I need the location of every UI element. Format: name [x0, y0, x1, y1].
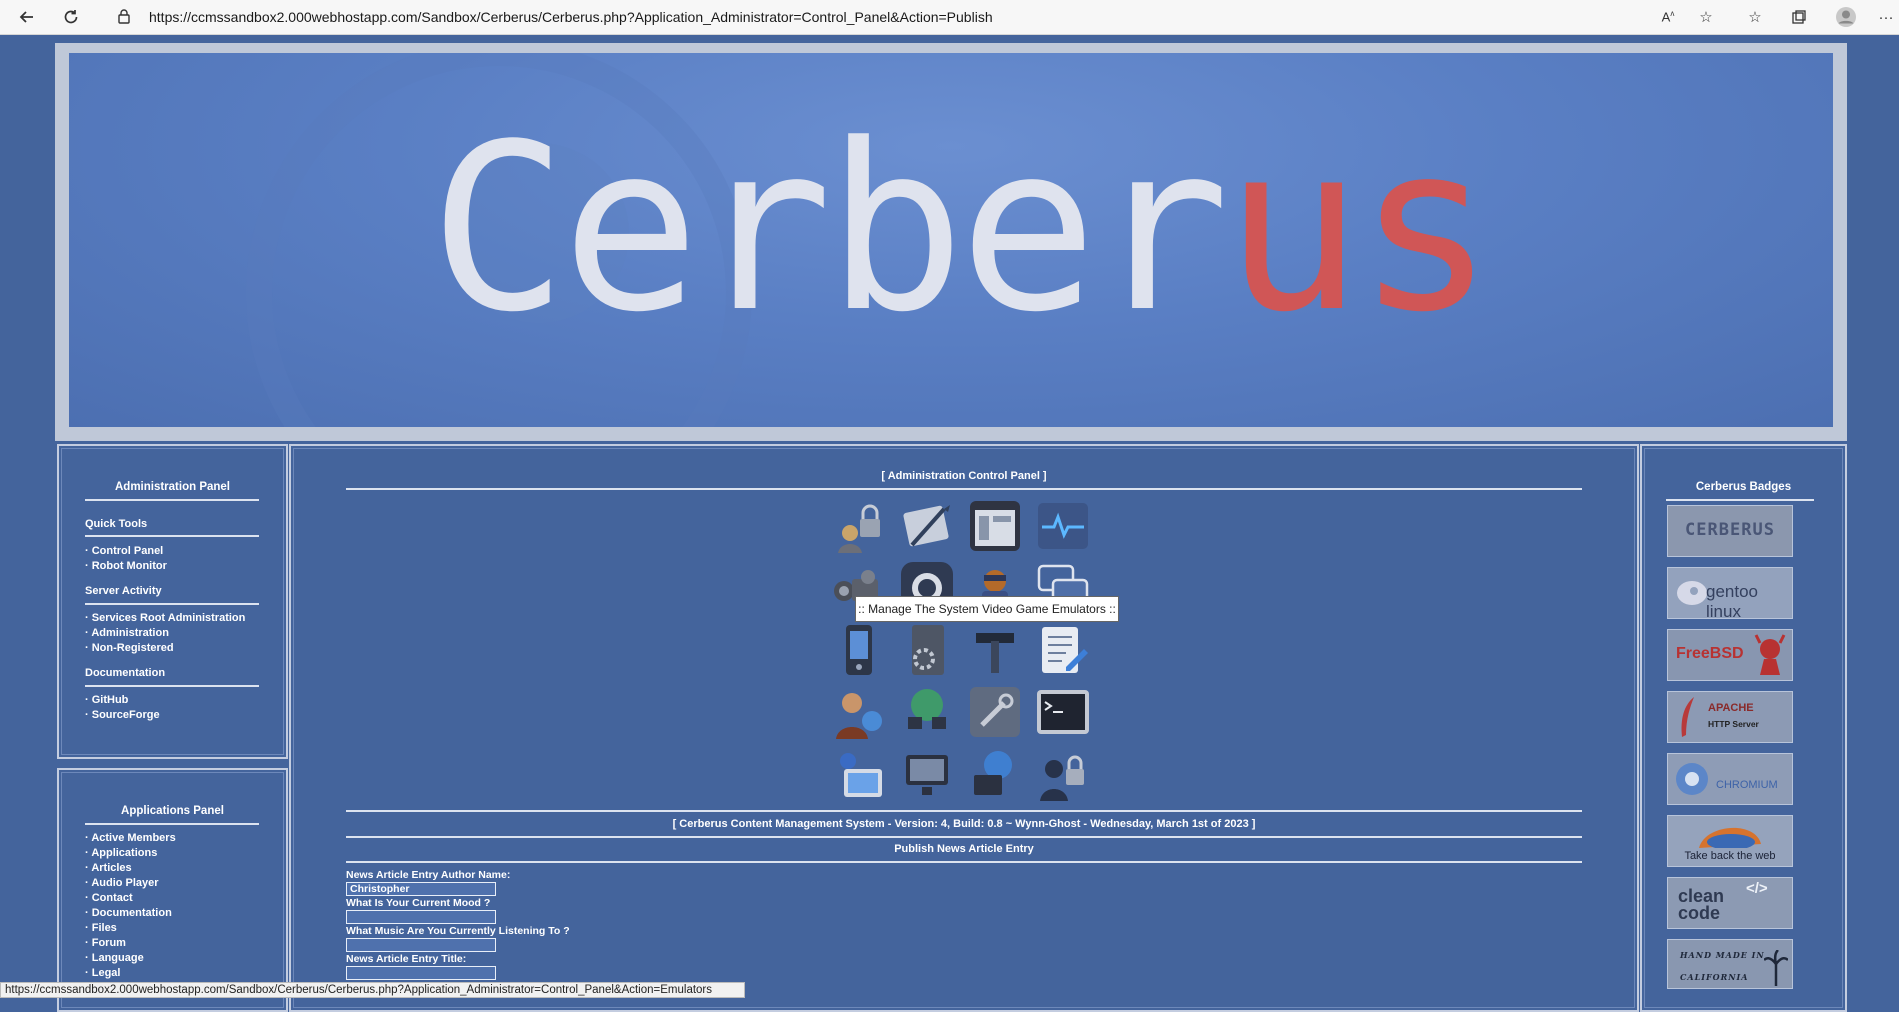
author-label: News Article Entry Author Name:	[346, 869, 511, 881]
version-line: [ Cerberus Content Management System - V…	[672, 818, 1256, 830]
publish-title: Publish News Article Entry	[894, 843, 1034, 855]
url-text[interactable]: https://ccmssandbox2.000webhostapp.com/S…	[149, 9, 993, 25]
music-label: What Music Are You Currently Listening T…	[346, 925, 570, 937]
badge-label: clean code	[1678, 886, 1725, 923]
badge-handmade[interactable]: HAND MADE IN CALIFORNIA	[1667, 939, 1793, 989]
mood-input[interactable]	[346, 910, 496, 924]
terminal-icon[interactable]	[1035, 684, 1091, 740]
badge-label: CHROMIUM	[1716, 779, 1778, 791]
refresh-icon[interactable]	[58, 4, 84, 30]
link-forum[interactable]: Forum	[85, 937, 126, 949]
user-lock-icon[interactable]	[1035, 746, 1091, 802]
server-gear-icon[interactable]	[899, 622, 955, 678]
administration-panel: Administration Panel Quick Tools Control…	[57, 444, 288, 759]
logo-text-red: us	[1223, 96, 1495, 363]
status-bar-url: https://ccmssandbox2.000webhostapp.com/S…	[0, 982, 745, 998]
link-language[interactable]: Language	[85, 952, 144, 964]
article-title-input[interactable]	[346, 966, 496, 980]
banner-logo: Cerber us	[339, 115, 1579, 345]
panel-title: Administration Panel	[114, 481, 231, 493]
wrench-icon[interactable]	[967, 684, 1023, 740]
firefox-icon	[1699, 827, 1761, 848]
quill-pen-icon[interactable]	[899, 498, 955, 554]
panel-title: Applications Panel	[121, 805, 224, 817]
section-quick-tools: Quick Tools	[85, 518, 148, 530]
add-favorite-icon[interactable]: ☆	[1694, 5, 1718, 29]
badge-apache[interactable]: APACHE HTTP Server	[1667, 691, 1793, 743]
user-globe-icon[interactable]	[831, 684, 887, 740]
code-brackets-icon: </>	[1746, 880, 1768, 897]
site-banner: Cerber us	[55, 43, 1847, 441]
link-github[interactable]: GitHub	[85, 694, 129, 706]
read-aloud-icon[interactable]: Aʌ	[1656, 5, 1680, 29]
badge-sublabel: CALIFORNIA	[1680, 972, 1749, 982]
tools-icon[interactable]	[967, 622, 1023, 678]
badge-firefox[interactable]: Take back the web	[1667, 815, 1793, 867]
monitor-icon[interactable]	[899, 746, 955, 802]
lock-icon[interactable]	[117, 8, 131, 29]
badge-chromium[interactable]: CHROMIUM	[1667, 753, 1793, 805]
window-app-icon[interactable]	[967, 498, 1023, 554]
control-panel-main: [ Administration Control Panel ] [Cerbe…	[289, 444, 1639, 1012]
globe-computer-icon[interactable]	[967, 746, 1023, 802]
link-applications[interactable]: Applications	[85, 847, 157, 859]
profile-icon[interactable]	[1834, 5, 1858, 29]
emulators-tooltip: :: Manage The System Video Game Emulator…	[855, 596, 1119, 622]
badge-label: FreeBSD	[1676, 645, 1744, 662]
badge-sublabel: HTTP Server	[1708, 719, 1759, 729]
link-active-members[interactable]: Active Members	[85, 832, 175, 844]
user-computer-icon[interactable]	[831, 746, 887, 802]
music-input[interactable]	[346, 938, 496, 952]
link-administration[interactable]: Administration	[85, 627, 169, 639]
more-icon[interactable]: ···	[1874, 5, 1898, 29]
badge-cerberus[interactable]: CERBERUS	[1667, 505, 1793, 557]
mood-label: What Is Your Current Mood ?	[346, 897, 491, 909]
palm-tree-icon	[1764, 950, 1788, 986]
network-globe-icon[interactable]	[899, 684, 955, 740]
applications-panel: Applications Panel Active Members Applic…	[57, 768, 288, 1012]
link-documentation[interactable]: Documentation	[85, 907, 172, 919]
link-legal[interactable]: Legal	[85, 967, 121, 979]
logo-text-white: Cerber	[429, 96, 1230, 363]
heartbeat-monitor-icon[interactable]	[1035, 498, 1091, 554]
badge-label: Take back the web	[1684, 850, 1776, 862]
document-edit-icon[interactable]	[1035, 622, 1091, 678]
badge-clean-code[interactable]: clean code </>	[1667, 877, 1793, 929]
link-audio-player[interactable]: Audio Player	[85, 877, 158, 889]
mobile-device-icon[interactable]	[831, 622, 887, 678]
chromium-icon	[1676, 763, 1708, 795]
link-articles[interactable]: Articles	[85, 862, 131, 874]
link-contact[interactable]: Contact	[85, 892, 133, 904]
badge-label: APACHE	[1708, 702, 1754, 714]
padlock-users-icon[interactable]	[831, 498, 887, 554]
article-title-label: News Article Entry Title:	[346, 953, 467, 965]
control-panel-title: [ Administration Control Panel ]	[881, 470, 1047, 482]
badge-gentoo[interactable]: gentoo linux	[1667, 567, 1793, 619]
link-robot-monitor[interactable]: Robot Monitor	[85, 560, 167, 572]
back-icon[interactable]	[14, 4, 40, 30]
panel-title: Cerberus Badges	[1695, 481, 1792, 493]
link-non-registered[interactable]: Non-Registered	[85, 642, 174, 654]
section-documentation: Documentation	[85, 667, 166, 679]
link-files[interactable]: Files	[85, 922, 117, 934]
freebsd-daemon-icon	[1754, 634, 1786, 675]
link-control-panel[interactable]: Control Panel	[85, 545, 164, 557]
badge-label: gentoo linux	[1706, 582, 1758, 619]
favorites-icon[interactable]: ☆	[1743, 5, 1767, 29]
badge-label: HAND MADE IN	[1680, 950, 1765, 960]
address-bar[interactable]: https://ccmssandbox2.000webhostapp.com/S…	[99, 3, 1709, 31]
link-sourceforge[interactable]: SourceForge	[85, 709, 160, 721]
badge-label: CERBERUS	[1685, 520, 1775, 540]
link-services-root-administration[interactable]: Services Root Administration	[85, 612, 246, 624]
section-server-activity: Server Activity	[85, 585, 162, 597]
collections-icon[interactable]	[1787, 5, 1811, 29]
browser-toolbar: https://ccmssandbox2.000webhostapp.com/S…	[0, 0, 1899, 35]
apache-feather-icon	[1681, 697, 1694, 737]
badge-freebsd[interactable]: FreeBSD	[1667, 629, 1793, 681]
banner-image: Cerber us	[69, 53, 1833, 427]
author-input[interactable]	[346, 882, 496, 896]
